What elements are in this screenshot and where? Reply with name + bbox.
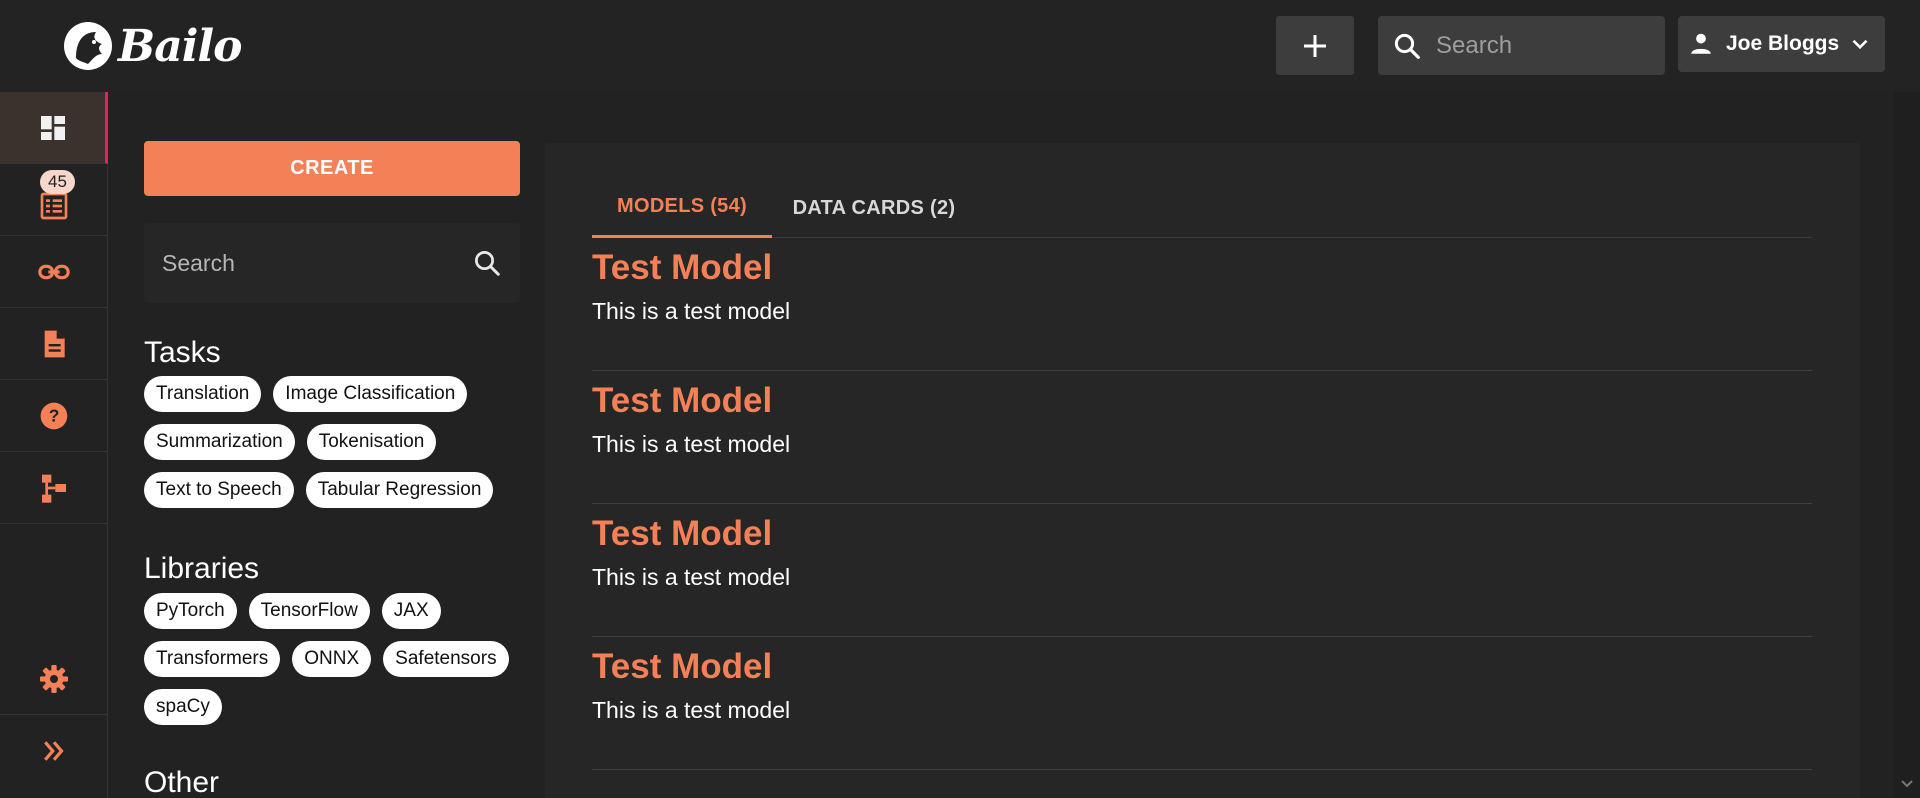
tasks-heading: Tasks — [144, 336, 221, 369]
nav-help[interactable]: ? — [0, 380, 108, 452]
model-list-item[interactable]: Test Model This is a test model — [592, 238, 1812, 371]
logo-text: Bailo — [118, 20, 242, 72]
model-title-link[interactable]: Test Model — [592, 647, 772, 687]
other-heading: Other — [144, 766, 220, 798]
search-icon — [1394, 33, 1420, 59]
model-title-link[interactable]: Test Model — [592, 248, 772, 288]
filter-search-input[interactable]: Search — [144, 223, 520, 303]
model-list-item[interactable]: Test Model This is a test model — [592, 371, 1812, 504]
create-button[interactable]: CREATE — [144, 141, 520, 196]
nav-settings[interactable] — [0, 643, 108, 715]
plus-icon — [1304, 34, 1326, 57]
task-chip[interactable]: Summarization — [144, 424, 295, 460]
page-scrollbar[interactable] — [1894, 92, 1920, 798]
settings-icon — [40, 664, 68, 693]
library-chip[interactable]: Safetensors — [383, 641, 509, 677]
nav-reviews[interactable]: 45 — [0, 164, 108, 236]
top-app-bar: Bailo Search Joe Bloggs — [0, 0, 1920, 92]
nav-dashboard[interactable] — [0, 92, 108, 164]
library-chip[interactable]: PyTorch — [144, 593, 237, 629]
person-icon — [1691, 33, 1711, 54]
header-search-placeholder: Search — [1436, 31, 1513, 59]
model-description: This is a test model — [592, 298, 791, 324]
user-menu-button[interactable]: Joe Bloggs — [1678, 16, 1885, 72]
model-list-item[interactable]: Test Model This is a test model — [592, 504, 1812, 637]
libraries-chip-list: PyTorch TensorFlow JAX Transformers ONNX… — [144, 593, 524, 725]
model-description: This is a test model — [592, 564, 791, 590]
bailo-logo[interactable]: Bailo — [62, 18, 242, 74]
library-chip[interactable]: JAX — [381, 593, 441, 629]
task-chip[interactable]: Tabular Regression — [305, 472, 494, 508]
help-icon: ? — [40, 402, 68, 429]
review-list-icon — [40, 192, 68, 219]
schema-icon — [42, 474, 66, 503]
filter-search-placeholder: Search — [162, 249, 235, 276]
library-chip[interactable]: spaCy — [144, 689, 222, 725]
side-navigation: 45 ? — [0, 92, 108, 798]
library-chip[interactable]: ONNX — [292, 641, 372, 677]
model-description: This is a test model — [592, 697, 791, 723]
model-description: This is a test model — [592, 431, 791, 457]
link-icon — [38, 264, 70, 279]
tasks-chip-list: Translation Image Classification Summari… — [144, 376, 524, 508]
add-button[interactable] — [1276, 16, 1354, 75]
libraries-heading: Libraries — [144, 552, 260, 585]
nav-links[interactable] — [0, 236, 108, 308]
svg-text:?: ? — [49, 405, 60, 425]
review-count-badge: 45 — [40, 170, 75, 194]
header-search-input[interactable]: Search — [1378, 16, 1665, 75]
nav-documentation[interactable] — [0, 308, 108, 380]
nav-expand[interactable] — [0, 715, 108, 787]
lion-logo-icon — [64, 22, 112, 70]
model-title-link[interactable]: Test Model — [592, 381, 772, 421]
scroll-down-icon[interactable] — [1894, 774, 1920, 794]
chevron-down-icon — [1852, 39, 1868, 50]
marketplace-tabs: MODELS (54) DATA CARDS (2) — [592, 178, 1812, 238]
nav-schemas[interactable] — [0, 452, 108, 524]
task-chip[interactable]: Text to Speech — [144, 472, 294, 508]
user-name: Joe Bloggs — [1726, 32, 1840, 55]
tab-models[interactable]: MODELS (54) — [592, 178, 772, 238]
double-chevron-right-icon — [44, 741, 64, 761]
library-chip[interactable]: Transformers — [144, 641, 281, 677]
task-chip[interactable]: Tokenisation — [306, 424, 437, 460]
model-list-item[interactable]: Test Model This is a test model — [592, 637, 1812, 770]
task-chip[interactable]: Translation — [144, 376, 262, 412]
task-chip[interactable]: Image Classification — [273, 376, 468, 412]
model-title-link[interactable]: Test Model — [592, 514, 772, 554]
dashboard-icon — [40, 115, 65, 140]
library-chip[interactable]: TensorFlow — [248, 593, 370, 629]
search-icon[interactable] — [472, 248, 502, 278]
tab-data-cards[interactable]: DATA CARDS (2) — [772, 178, 976, 238]
document-icon — [44, 330, 65, 357]
